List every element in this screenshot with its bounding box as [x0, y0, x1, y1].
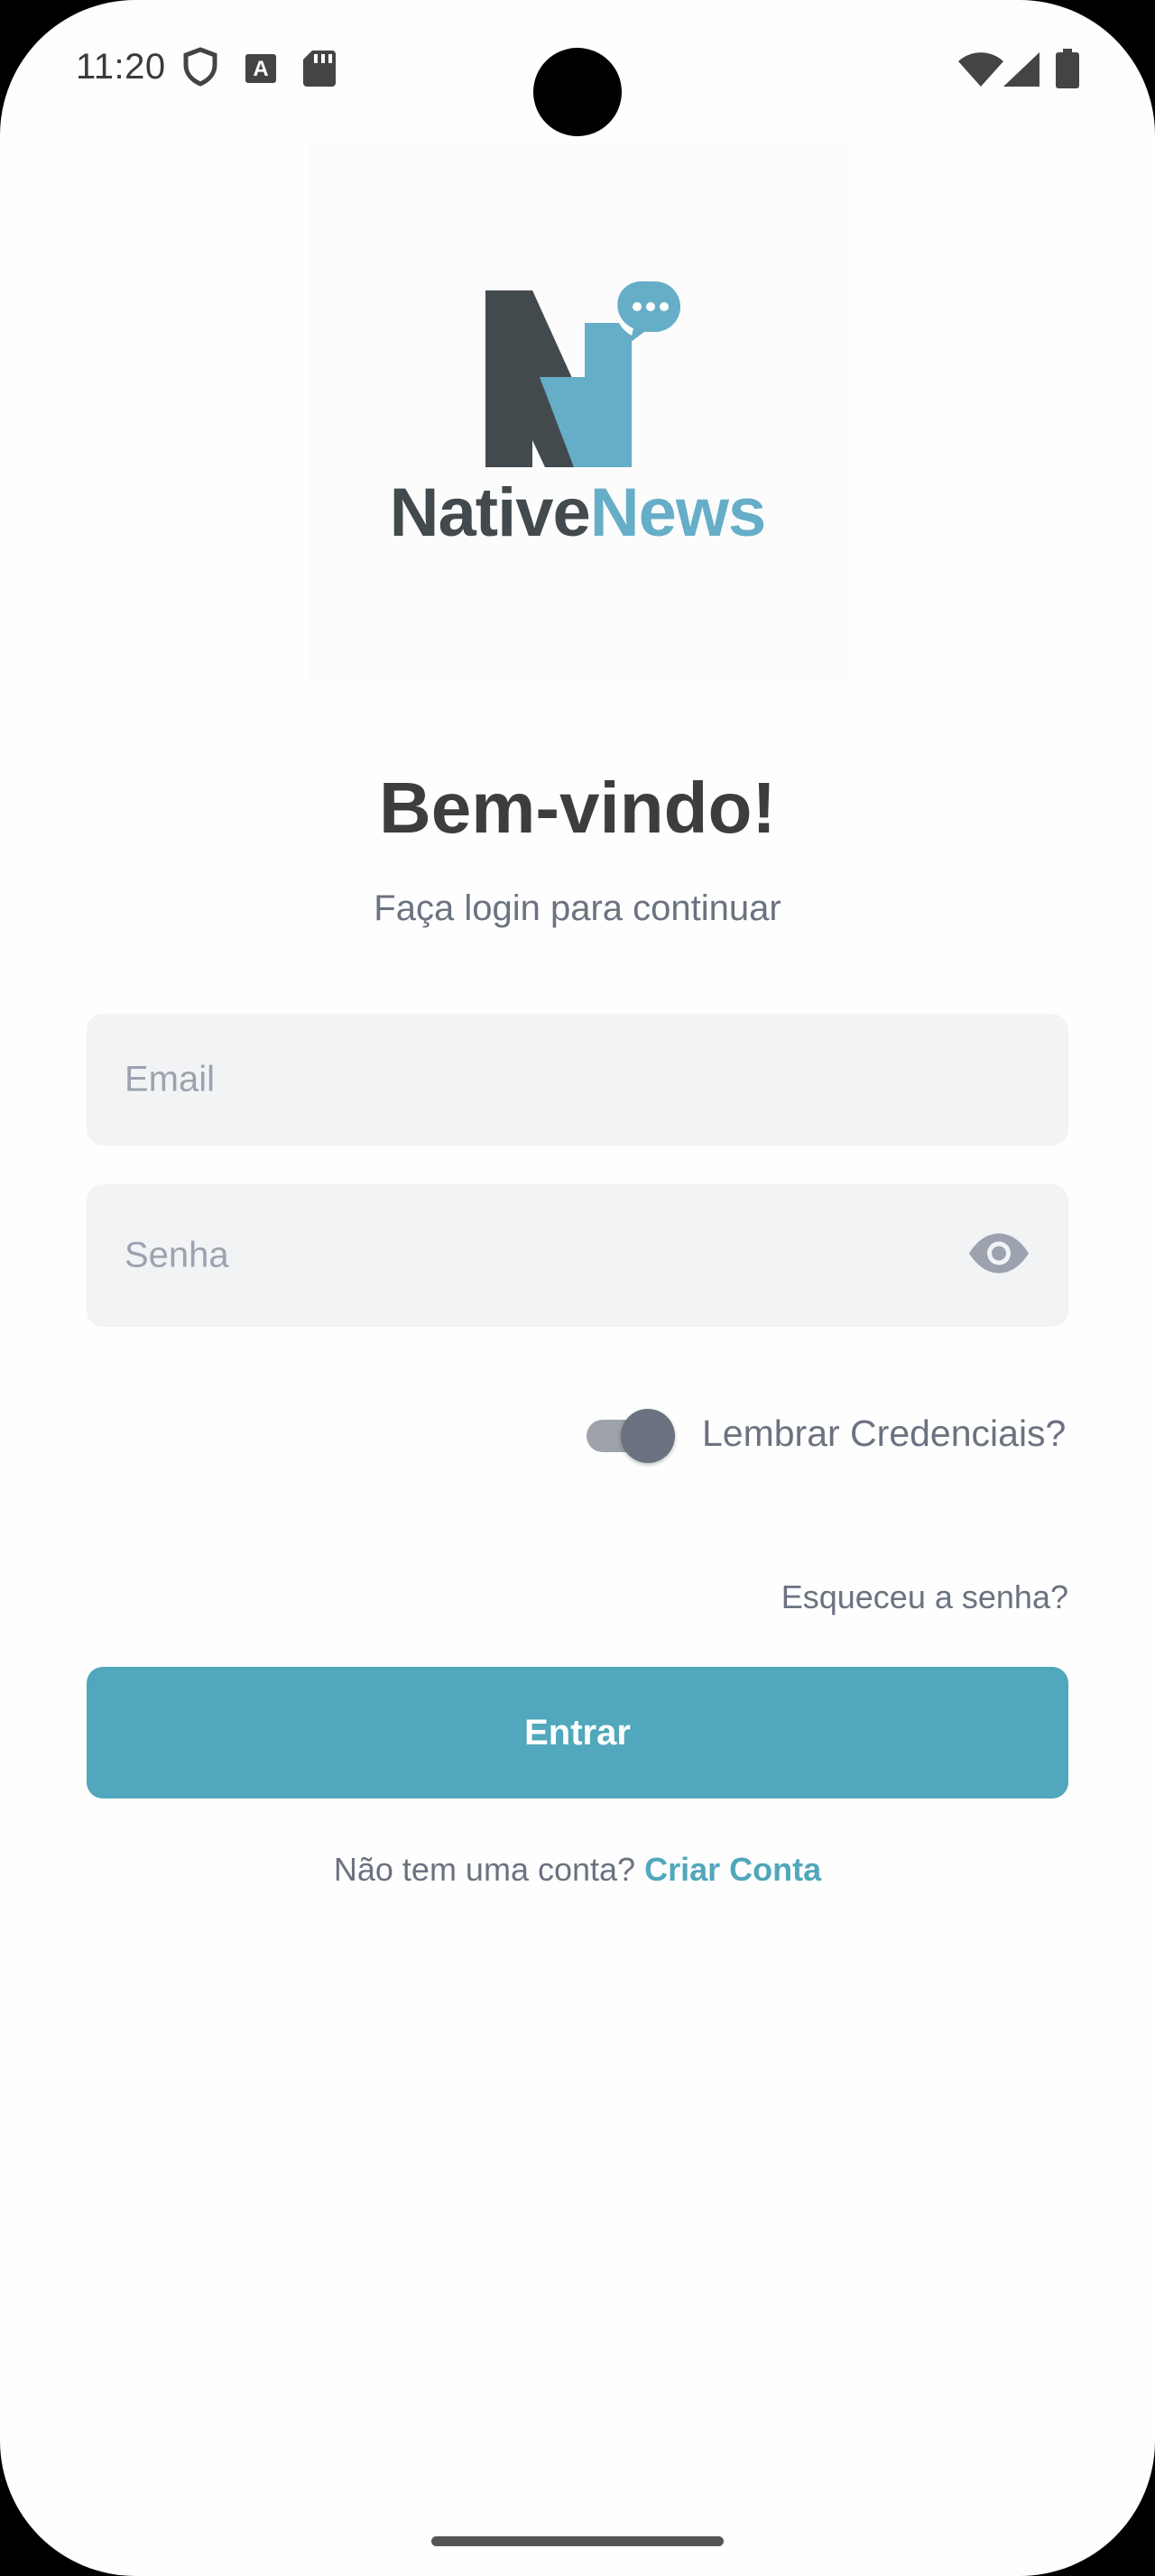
logo-text-native: Native: [389, 474, 591, 551]
email-field[interactable]: Email: [87, 1014, 1068, 1145]
status-time: 11:20: [76, 47, 166, 87]
remember-credentials-toggle[interactable]: [587, 1409, 677, 1463]
home-indicator[interactable]: [431, 2536, 724, 2546]
logo-text-news: News: [589, 474, 767, 551]
font-a-icon: A: [245, 54, 276, 87]
cellular-icon: [1003, 52, 1040, 91]
create-account-link[interactable]: Criar Conta: [644, 1851, 821, 1888]
welcome-title: Bem-vindo!: [379, 768, 776, 848]
svg-text:A: A: [253, 57, 268, 81]
wifi-icon: [958, 52, 1003, 91]
app-logo: NativeNews: [307, 144, 848, 681]
logo-wordmark: NativeNews: [307, 474, 848, 552]
shield-icon: [182, 47, 218, 91]
forgot-password-link[interactable]: Esqueceu a senha?: [781, 1578, 1068, 1616]
signup-row: Não tem uma conta? Criar Conta: [0, 1851, 1155, 1889]
password-field[interactable]: Senha: [87, 1184, 1068, 1327]
login-button[interactable]: Entrar: [87, 1667, 1068, 1799]
toggle-knob: [621, 1409, 675, 1463]
camera-cutout: [533, 48, 622, 136]
signup-prompt: Não tem uma conta?: [333, 1851, 636, 1888]
battery-icon: [1056, 49, 1079, 93]
email-placeholder: Email: [125, 1059, 216, 1099]
sd-card-icon: [303, 51, 336, 91]
welcome-subtitle: Faça login para continuar: [374, 888, 781, 928]
eye-icon[interactable]: [967, 1233, 1030, 1279]
phone-screen: 11:20 A NativeNews Bem-vindo! Faça login…: [0, 0, 1155, 2576]
logo-n-chat-icon: [485, 278, 693, 472]
remember-credentials-label[interactable]: Lembrar Credenciais?: [702, 1412, 1066, 1455]
password-placeholder: Senha: [125, 1235, 229, 1275]
